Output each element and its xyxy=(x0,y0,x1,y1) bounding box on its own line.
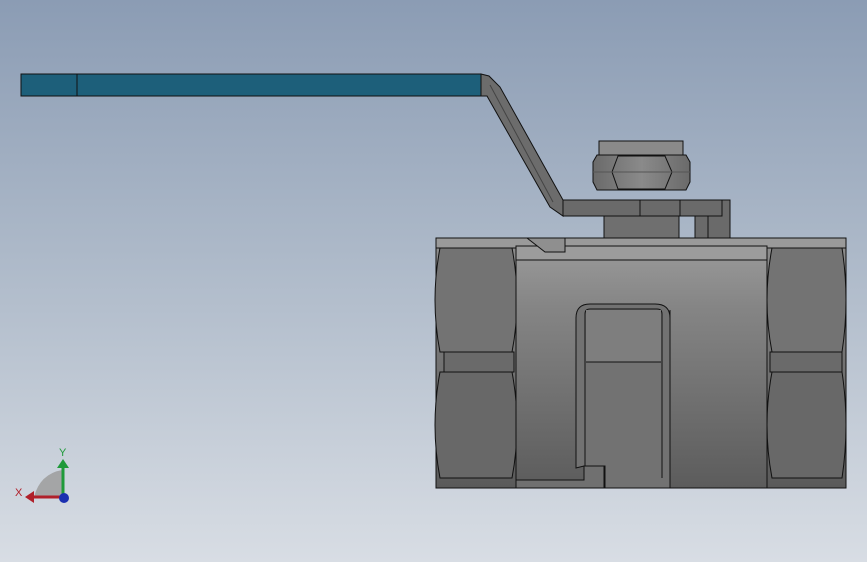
handle-base-plate xyxy=(562,199,729,217)
left-port xyxy=(434,246,518,488)
triad-y-label: Y xyxy=(59,447,67,459)
triad-y-arrow-icon xyxy=(57,459,69,468)
stem-nut-assembly xyxy=(592,140,731,239)
right-port-band xyxy=(769,351,843,373)
coordinate-triad[interactable]: Y X xyxy=(15,447,69,503)
left-port-band xyxy=(443,351,515,373)
valve-body xyxy=(434,237,847,489)
stem-top-cap xyxy=(598,140,684,156)
stem-shaft xyxy=(603,215,680,239)
triad-plane-shade xyxy=(34,470,62,497)
handle-grip xyxy=(20,73,482,97)
right-port xyxy=(766,246,847,488)
triad-z-origin xyxy=(59,493,69,503)
right-port-lower-hex xyxy=(766,371,847,479)
right-port-upper-hex xyxy=(766,247,847,353)
handle-arm-highlight xyxy=(489,84,554,203)
left-port-upper-hex xyxy=(434,247,518,353)
ball-bore xyxy=(586,310,661,362)
left-port-lower-hex xyxy=(434,371,518,479)
triad-x-arrow-icon xyxy=(25,491,34,503)
cad-viewport[interactable]: Y X xyxy=(0,0,867,562)
triad-x-label: X xyxy=(15,487,23,499)
